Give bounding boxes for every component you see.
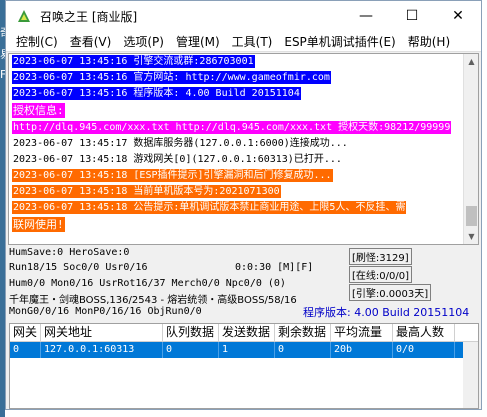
column-header[interactable]: 网关地址 [41, 324, 163, 341]
column-header[interactable]: 剩余数据 [275, 324, 331, 341]
column-header[interactable]: 发送数据 [219, 324, 275, 341]
log-scrollbar[interactable]: ▲ ▼ [463, 54, 478, 244]
engine-counter: [引擎:0.0003天] [349, 284, 432, 301]
table-scrollbar[interactable] [463, 342, 478, 408]
scroll-up-icon[interactable]: ▲ [464, 54, 478, 69]
log-line: 2023-06-07 13:45:18 当前单机版本号为:2021071300 [12, 185, 281, 198]
menu-options[interactable]: 选项(P) [117, 33, 170, 50]
program-version: 程序版本: 4.00 Build 20151104 [303, 306, 470, 319]
table-row[interactable]: 0 127.0.0.1:60313 0 1 0 20b 0/0 [10, 342, 478, 358]
status-boss: 千年魔王・剑魂BOSS,136/2543 - 熔岩统领・高级BOSS/58/16 [9, 295, 297, 306]
table-cell: 0/0 [393, 342, 455, 358]
table-cell: 0 [10, 342, 41, 358]
log-line: 2023-06-07 13:45:18 公告提示:单机调试版本禁止商业用途、上限… [12, 201, 407, 214]
menu-tools[interactable]: 工具(T) [226, 33, 279, 50]
minimize-button[interactable]: — [343, 1, 389, 31]
column-header[interactable]: 最高人数 [393, 324, 455, 341]
table-header: 网关 网关地址 队列数据 发送数据 剩余数据 平均流量 最高人数 [10, 324, 478, 342]
column-header[interactable]: 平均流量 [331, 324, 393, 341]
log-line: http://dlq.945.com/xxx.txt http://dlq.94… [12, 121, 452, 134]
main-window: 召唤之王 [商业版] — ☐ ✕ 控制(C) 查看(V) 选项(P) 管理(M)… [5, 0, 482, 410]
log-line: 授权信息: [12, 103, 65, 118]
status-uptime: 0:0:30 [M][F] [235, 262, 314, 273]
table-cell: 20b [331, 342, 393, 358]
scroll-down-icon[interactable]: ▼ [464, 229, 478, 244]
status-monsters: MonG0/0/16 MonP0/16/16 ObjRun0/0 [9, 306, 202, 317]
table-cell: 127.0.0.1:60313 [41, 342, 163, 358]
log-line: 2023-06-07 13:45:18 [ESP插件提示]引擎漏洞和后门修复成功… [12, 169, 333, 182]
menu-view[interactable]: 查看(V) [64, 33, 118, 50]
table-cell: 0 [163, 342, 219, 358]
log-line: 2023-06-07 13:45:18 游戏网关[0](127.0.0.1:60… [13, 154, 342, 165]
title-bar[interactable]: 召唤之王 [商业版] — ☐ ✕ [6, 1, 481, 31]
log-lines: 2023-06-07 13:45:16 引擎交流或群:286703001 202… [12, 54, 464, 234]
table-cell: 0 [275, 342, 331, 358]
app-logo-icon [18, 10, 30, 22]
window-title: 召唤之王 [商业版] [40, 9, 138, 24]
gateway-table[interactable]: 网关 网关地址 队列数据 发送数据 剩余数据 平均流量 最高人数 0 127.0… [9, 323, 479, 409]
log-line: 2023-06-07 13:45:16 引擎交流或群:286703001 [12, 55, 255, 68]
log-line: 2023-06-07 13:45:16 官方网站: http://www.gam… [12, 71, 331, 84]
menu-bar: 控制(C) 查看(V) 选项(P) 管理(M) 工具(T) ESP单机调试插件(… [6, 31, 481, 52]
menu-esp-plugin[interactable]: ESP单机调试插件(E) [278, 33, 401, 50]
log-line: 2023-06-07 13:45:16 程序版本: 4.00 Build 201… [12, 87, 301, 100]
log-scroll-thumb[interactable] [466, 206, 477, 226]
online-counter: [在线:0/0/0] [349, 266, 412, 283]
column-header[interactable]: 队列数据 [163, 324, 219, 341]
log-line: 联网使用! [12, 217, 65, 232]
status-panel: HumSave:0 HeroSave:0 Run18/15 Soc0/0 Usr… [9, 247, 479, 321]
table-cell: 1 [219, 342, 275, 358]
menu-control[interactable]: 控制(C) [10, 33, 64, 50]
maximize-button[interactable]: ☐ [389, 1, 435, 31]
close-button[interactable]: ✕ [435, 1, 481, 31]
log-panel[interactable]: 2023-06-07 13:45:16 引擎交流或群:286703001 202… [8, 53, 479, 245]
status-run: Run18/15 Soc0/0 Usr0/16 [9, 262, 148, 273]
column-header[interactable]: 网关 [10, 324, 41, 341]
status-save: HumSave:0 HeroSave:0 [9, 247, 130, 258]
status-hum: Hum0/0 Mon0/16 UsrRot16/37 Merch0/0 Npc0… [9, 278, 286, 289]
refresh-counter: [刷怪:3129] [349, 248, 412, 265]
menu-manage[interactable]: 管理(M) [170, 33, 226, 50]
log-line: 2023-06-07 13:45:17 数据库服务器(127.0.0.1:600… [13, 138, 348, 149]
menu-help[interactable]: 帮助(H) [402, 33, 456, 50]
